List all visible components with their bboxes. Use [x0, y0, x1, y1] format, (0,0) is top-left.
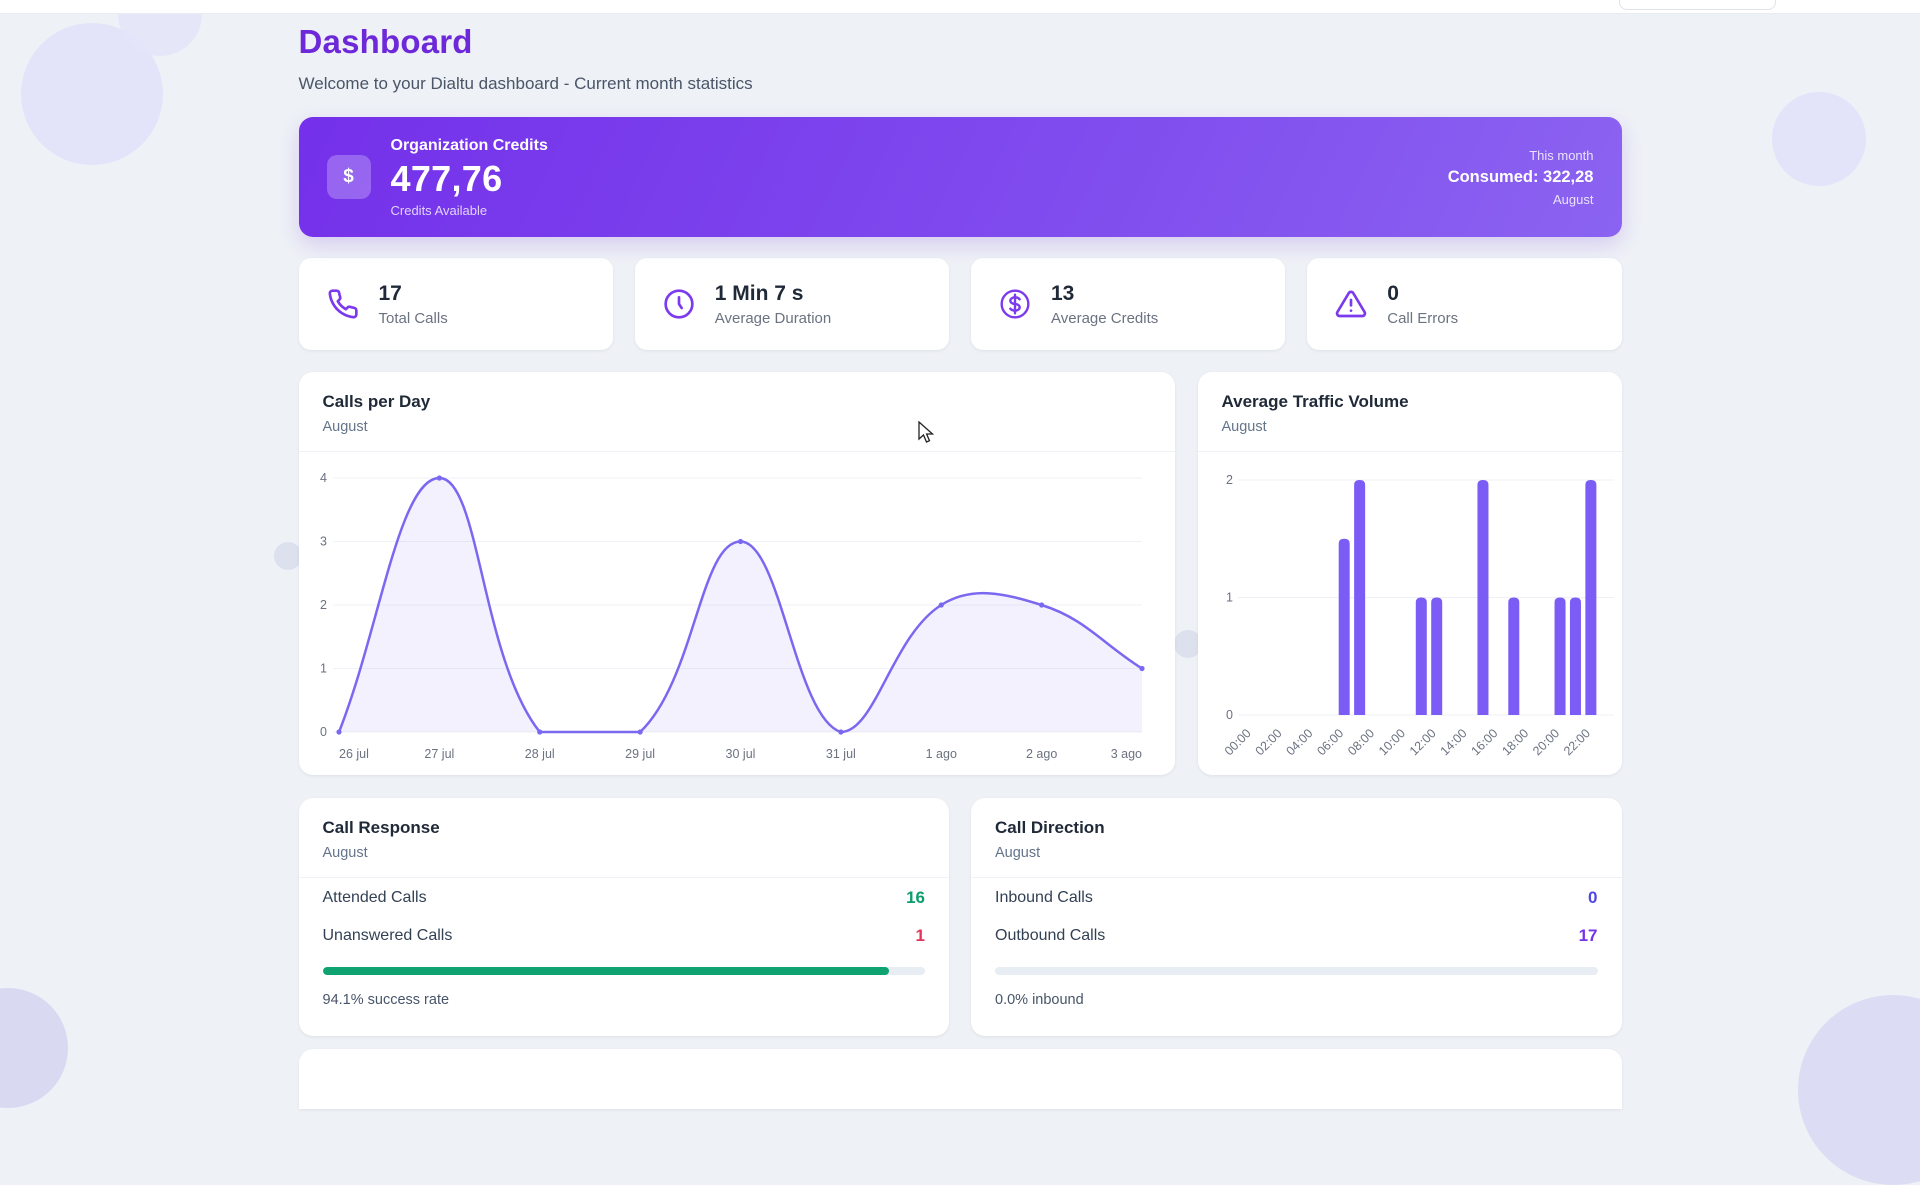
card-title: Call Response: [299, 798, 950, 838]
call-direction-card: Call Direction August Inbound Calls 0 Ou…: [971, 798, 1622, 1036]
svg-text:0: 0: [1226, 708, 1233, 722]
decorative-circle: [0, 988, 68, 1108]
divider: [299, 877, 950, 878]
inbound-calls-value: 0: [1588, 888, 1597, 908]
page-title: Dashboard: [299, 23, 1622, 61]
svg-text:16:00: 16:00: [1468, 726, 1500, 758]
organization-credits-banner: $ Organization Credits 477,76 Credits Av…: [299, 117, 1622, 237]
card-title: Call Direction: [971, 798, 1622, 838]
outbound-calls-value: 17: [1579, 926, 1598, 946]
average-traffic-volume-card: Average Traffic Volume August 01200:0002…: [1198, 372, 1622, 775]
topbar-button[interactable]: [1619, 0, 1776, 10]
svg-text:0: 0: [320, 725, 327, 739]
card-subtitle: August: [299, 838, 950, 861]
top-bar: [0, 0, 1920, 14]
svg-text:18:00: 18:00: [1499, 726, 1531, 758]
svg-text:26 jul: 26 jul: [339, 747, 369, 761]
svg-text:2: 2: [1226, 473, 1233, 487]
progress-fill: [323, 967, 890, 975]
stat-label: Average Credits: [1051, 310, 1158, 327]
warning-triangle-icon: [1335, 288, 1367, 320]
attended-calls-value: 16: [906, 888, 925, 908]
stat-card-average-duration: 1 Min 7 s Average Duration: [635, 258, 949, 350]
divider: [971, 877, 1622, 878]
svg-text:1 ago: 1 ago: [925, 747, 956, 761]
page-subtitle: Welcome to your Dialtu dashboard - Curre…: [299, 74, 1622, 94]
svg-text:04:00: 04:00: [1283, 726, 1315, 758]
card-subtitle: August: [971, 838, 1622, 861]
svg-text:2: 2: [320, 598, 327, 612]
dollar-icon: $: [327, 155, 371, 199]
row-label: Inbound Calls: [995, 889, 1093, 907]
stat-value: 13: [1051, 282, 1158, 306]
outbound-calls-row: Outbound Calls 17: [995, 925, 1598, 947]
next-section-card: [299, 1049, 1622, 1109]
svg-text:06:00: 06:00: [1314, 726, 1346, 758]
calls-per-day-card: Calls per Day August 0123426 jul27 jul28…: [299, 372, 1175, 775]
stat-label: Average Duration: [715, 310, 831, 327]
stat-card-total-calls: 17 Total Calls: [299, 258, 613, 350]
svg-text:4: 4: [320, 471, 327, 485]
svg-text:12:00: 12:00: [1406, 726, 1438, 758]
calls-per-day-chart: 0 1 2 3 4 26 jul 27 jul 28 jul 29 jul 30 jul 31 ju…: [299, 372, 1175, 775]
inbound-calls-row: Inbound Calls 0: [995, 887, 1598, 909]
svg-text:30 jul: 30 jul: [725, 747, 755, 761]
svg-text:00:00: 00:00: [1221, 726, 1253, 758]
stat-value: 1 Min 7 s: [715, 282, 831, 306]
clock-icon: [663, 288, 695, 320]
stat-label: Call Errors: [1387, 310, 1458, 327]
call-response-card: Call Response August Attended Calls 16 U…: [299, 798, 950, 1036]
phone-icon: [327, 288, 359, 320]
average-traffic-volume-chart: 0 1 2 00:0002:0004:0006:0008:0010:0012:0014…: [1198, 372, 1622, 775]
row-label: Unanswered Calls: [323, 927, 453, 945]
svg-text:08:00: 08:00: [1345, 726, 1377, 758]
credits-amount: 477,76: [391, 158, 548, 200]
svg-text:02:00: 02:00: [1252, 726, 1284, 758]
stat-card-average-credits: 13 Average Credits: [971, 258, 1285, 350]
svg-text:1: 1: [320, 662, 327, 676]
svg-text:31 jul: 31 jul: [825, 747, 855, 761]
credits-caption: Credits Available: [391, 203, 548, 218]
svg-text:10:00: 10:00: [1375, 726, 1407, 758]
svg-text:29 jul: 29 jul: [625, 747, 655, 761]
svg-text:14:00: 14:00: [1437, 726, 1469, 758]
unanswered-calls-value: 1: [916, 926, 925, 946]
svg-text:20:00: 20:00: [1530, 726, 1562, 758]
svg-text:1: 1: [1226, 591, 1233, 605]
svg-text:22:00: 22:00: [1560, 726, 1592, 758]
dollar-circle-icon: [999, 288, 1031, 320]
stat-value: 0: [1387, 282, 1458, 306]
credits-title: Organization Credits: [391, 137, 548, 155]
mouse-cursor: [918, 421, 938, 445]
success-rate-note: 94.1% success rate: [299, 992, 950, 1008]
inbound-rate-note: 0.0% inbound: [971, 992, 1622, 1008]
row-label: Outbound Calls: [995, 927, 1105, 945]
credits-consumed: Consumed: 322,28: [1448, 168, 1594, 187]
inbound-rate-progress: [995, 967, 1598, 975]
stats-row: 17 Total Calls 1 Min 7 s Average Duratio…: [299, 258, 1622, 350]
svg-text:3: 3: [320, 535, 327, 549]
stat-label: Total Calls: [379, 310, 448, 327]
unanswered-calls-row: Unanswered Calls 1: [323, 925, 926, 947]
decorative-circle: [1772, 92, 1866, 186]
decorative-circle: [1798, 995, 1920, 1185]
credits-month: August: [1448, 192, 1594, 207]
success-rate-progress: [323, 967, 926, 975]
svg-text:28 jul: 28 jul: [524, 747, 554, 761]
svg-text:3 ago: 3 ago: [1110, 747, 1141, 761]
svg-text:27 jul: 27 jul: [424, 747, 454, 761]
stat-card-call-errors: 0 Call Errors: [1307, 258, 1621, 350]
row-label: Attended Calls: [323, 889, 427, 907]
svg-text:2 ago: 2 ago: [1025, 747, 1056, 761]
credits-period: This month: [1448, 148, 1594, 163]
attended-calls-row: Attended Calls 16: [323, 887, 926, 909]
stat-value: 17: [379, 282, 448, 306]
